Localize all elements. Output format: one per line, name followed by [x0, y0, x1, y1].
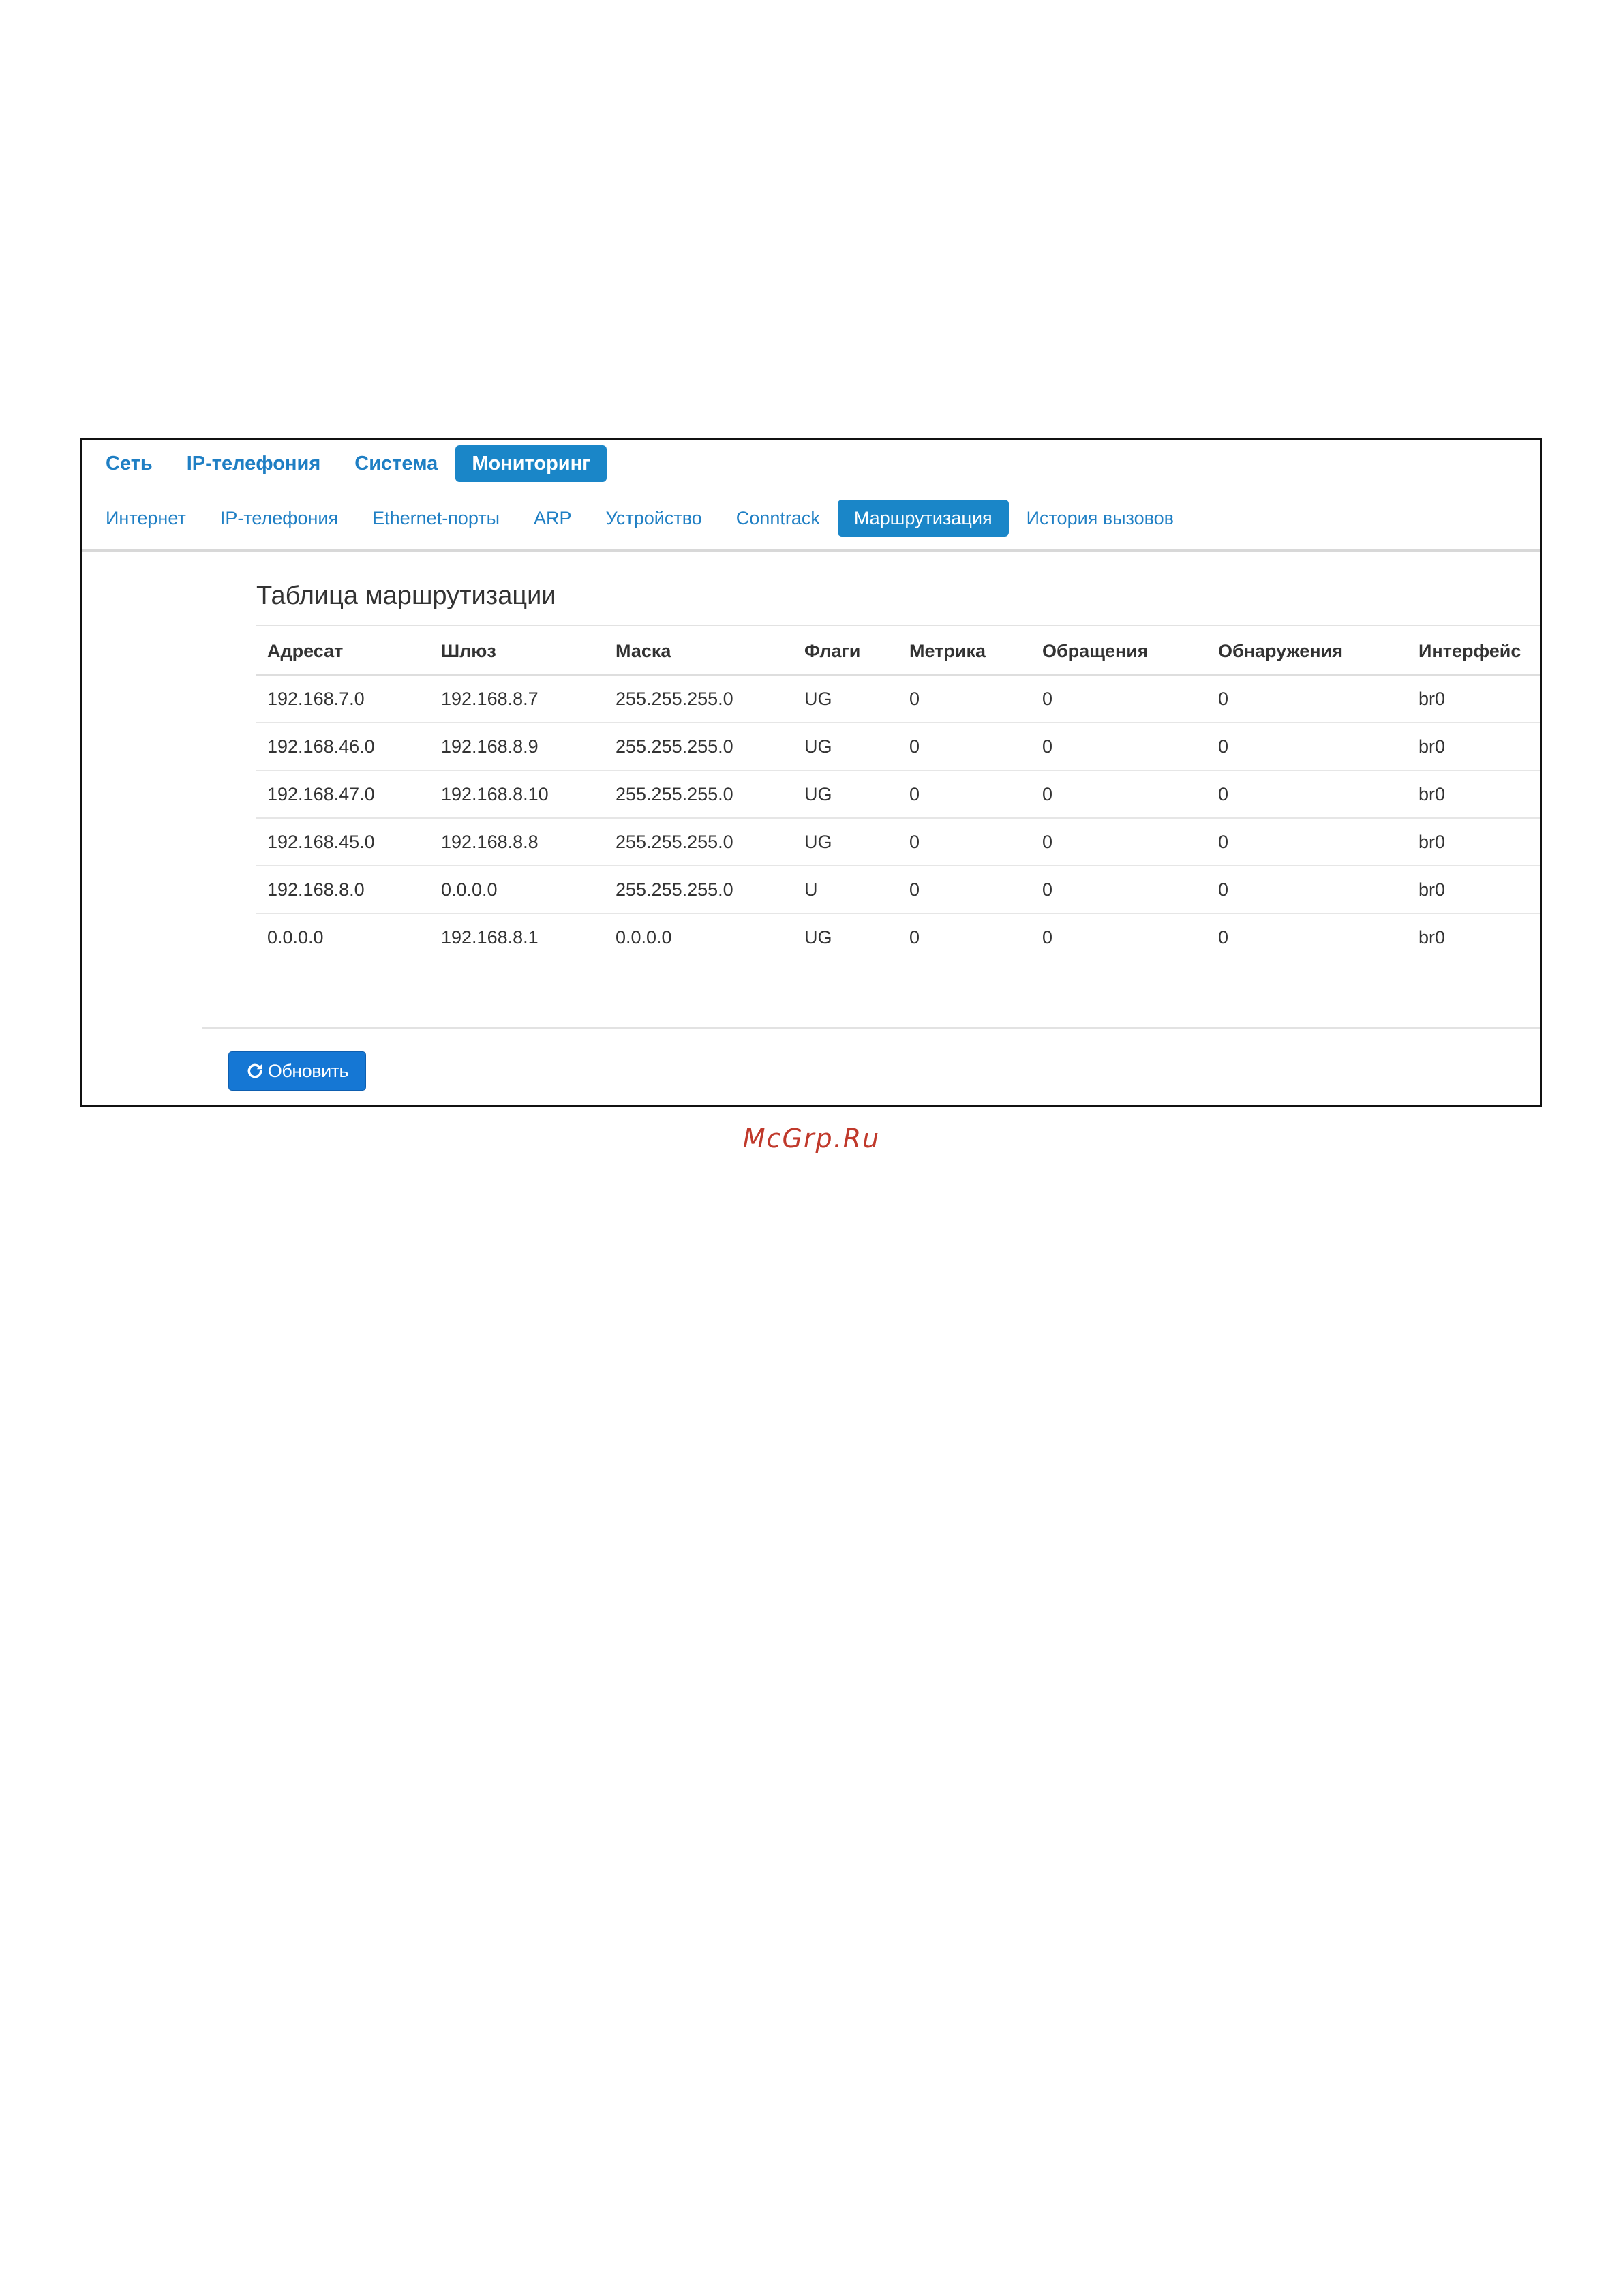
cell-mask: 255.255.255.0 — [605, 770, 793, 819]
column-header-refs: Обращения — [1031, 628, 1207, 676]
cell-use: 0 — [1218, 926, 1229, 948]
column-header-flags: Флаги — [793, 628, 898, 676]
cell-gateway: 192.168.8.8 — [430, 818, 605, 866]
column-header-destination: Адресат — [256, 628, 430, 676]
column-header-mask: Маска — [605, 628, 793, 676]
refresh-button-label: Обновить — [267, 1060, 349, 1081]
table-row: 192.168.8.0 0.0.0.0 255.255.255.0 U 0 0 … — [256, 866, 1540, 914]
cell-flags: UG — [804, 926, 832, 948]
cell-mask: 255.255.255.0 — [605, 866, 793, 914]
cell-flags: UG — [793, 723, 898, 771]
cell-interface: br0 — [1408, 675, 1540, 723]
tab-ethernet-ports[interactable]: Ethernet-порты — [356, 500, 516, 537]
cell-gateway: 192.168.8.9 — [430, 723, 605, 771]
cell-interface: br0 — [1419, 926, 1446, 948]
footer-divider — [202, 1027, 1540, 1029]
cell-mask: 0.0.0.0 — [616, 926, 672, 948]
cell-use: 0 — [1207, 866, 1408, 914]
cell-gateway: 192.168.8.10 — [430, 770, 605, 819]
table-row: 0.0.0.0 192.168.8.1 0.0.0.0 UG 0 0 0 br0 — [256, 913, 1540, 961]
watermark-text: McGrp.Ru — [742, 1123, 881, 1153]
column-header-metric: Метрика — [898, 628, 1031, 676]
cell-refs: 0 — [1031, 818, 1207, 866]
column-header-use: Обнаружения — [1207, 628, 1408, 676]
cell-refs: 0 — [1031, 723, 1207, 771]
cell-metric: 0 — [898, 723, 1031, 771]
table-row: 192.168.47.0 192.168.8.10 255.255.255.0 … — [256, 770, 1540, 819]
cell-use: 0 — [1207, 818, 1408, 866]
table-row: 192.168.45.0 192.168.8.8 255.255.255.0 U… — [256, 818, 1540, 866]
column-header-interface: Интерфейс — [1408, 628, 1540, 676]
panel-title: Таблица маршрутизации — [256, 581, 556, 610]
refresh-icon — [246, 1062, 264, 1080]
cell-destination: 192.168.47.0 — [256, 770, 430, 819]
cell-use: 0 — [1207, 770, 1408, 819]
column-header-gateway: Шлюз — [430, 628, 605, 676]
main-menu: Сеть IP-телефония Система Мониторинг — [82, 440, 608, 487]
menu-item-ip-telephony[interactable]: IP-телефония — [170, 445, 337, 482]
cell-interface: br0 — [1408, 723, 1540, 771]
cell-flags: UG — [793, 818, 898, 866]
cell-metric: 0 — [898, 675, 1031, 723]
cell-gateway: 192.168.8.7 — [430, 675, 605, 723]
cell-use: 0 — [1207, 723, 1408, 771]
cell-metric: 0 — [898, 770, 1031, 819]
tab-arp[interactable]: ARP — [517, 500, 588, 537]
cell-metric: 0 — [909, 926, 920, 948]
table-row: 192.168.46.0 192.168.8.9 255.255.255.0 U… — [256, 723, 1540, 771]
routing-table: Адресат Шлюз Маска Флаги Метрика Обращен… — [256, 628, 1540, 961]
cell-metric: 0 — [898, 818, 1031, 866]
cell-destination: 0.0.0.0 — [267, 926, 324, 948]
cell-flags: U — [793, 866, 898, 914]
cell-interface: br0 — [1408, 770, 1540, 819]
tab-conntrack[interactable]: Conntrack — [720, 500, 836, 537]
tabs-divider — [82, 549, 1540, 552]
cell-refs: 0 — [1042, 926, 1053, 948]
tab-internet[interactable]: Интернет — [89, 500, 202, 537]
tab-routing[interactable]: Маршрутизация — [837, 500, 1009, 537]
cell-refs: 0 — [1031, 770, 1207, 819]
tab-call-history[interactable]: История вызовов — [1010, 500, 1190, 537]
cell-metric: 0 — [898, 866, 1031, 914]
cell-mask: 255.255.255.0 — [605, 675, 793, 723]
cell-destination: 192.168.45.0 — [256, 818, 430, 866]
cell-flags: UG — [793, 770, 898, 819]
cell-gateway: 0.0.0.0 — [430, 866, 605, 914]
table-header-row: Адресат Шлюз Маска Флаги Метрика Обращен… — [256, 628, 1540, 676]
tab-ip-telephony[interactable]: IP-телефония — [204, 500, 354, 537]
cell-destination: 192.168.8.0 — [256, 866, 430, 914]
cell-refs: 0 — [1031, 866, 1207, 914]
screenshot-frame: Сеть IP-телефония Система Мониторинг Инт… — [80, 438, 1542, 1107]
menu-item-network[interactable]: Сеть — [89, 445, 169, 482]
cell-mask: 255.255.255.0 — [605, 818, 793, 866]
cell-interface: br0 — [1408, 866, 1540, 914]
monitoring-tabs: Интернет IP-телефония Ethernet-порты ARP… — [82, 498, 1192, 538]
cell-refs: 0 — [1031, 675, 1207, 723]
title-divider — [256, 625, 1540, 626]
cell-interface: br0 — [1408, 818, 1540, 866]
cell-destination: 192.168.46.0 — [256, 723, 430, 771]
menu-item-system[interactable]: Система — [338, 445, 454, 482]
refresh-button[interactable]: Обновить — [228, 1051, 366, 1091]
cell-flags: UG — [793, 675, 898, 723]
cell-mask: 255.255.255.0 — [605, 723, 793, 771]
cell-gateway: 192.168.8.1 — [441, 926, 539, 948]
tab-device[interactable]: Устройство — [590, 500, 718, 537]
cell-destination: 192.168.7.0 — [256, 675, 430, 723]
cell-use: 0 — [1207, 675, 1408, 723]
menu-item-monitoring[interactable]: Мониторинг — [455, 445, 607, 482]
table-row: 192.168.7.0 192.168.8.7 255.255.255.0 UG… — [256, 675, 1540, 723]
